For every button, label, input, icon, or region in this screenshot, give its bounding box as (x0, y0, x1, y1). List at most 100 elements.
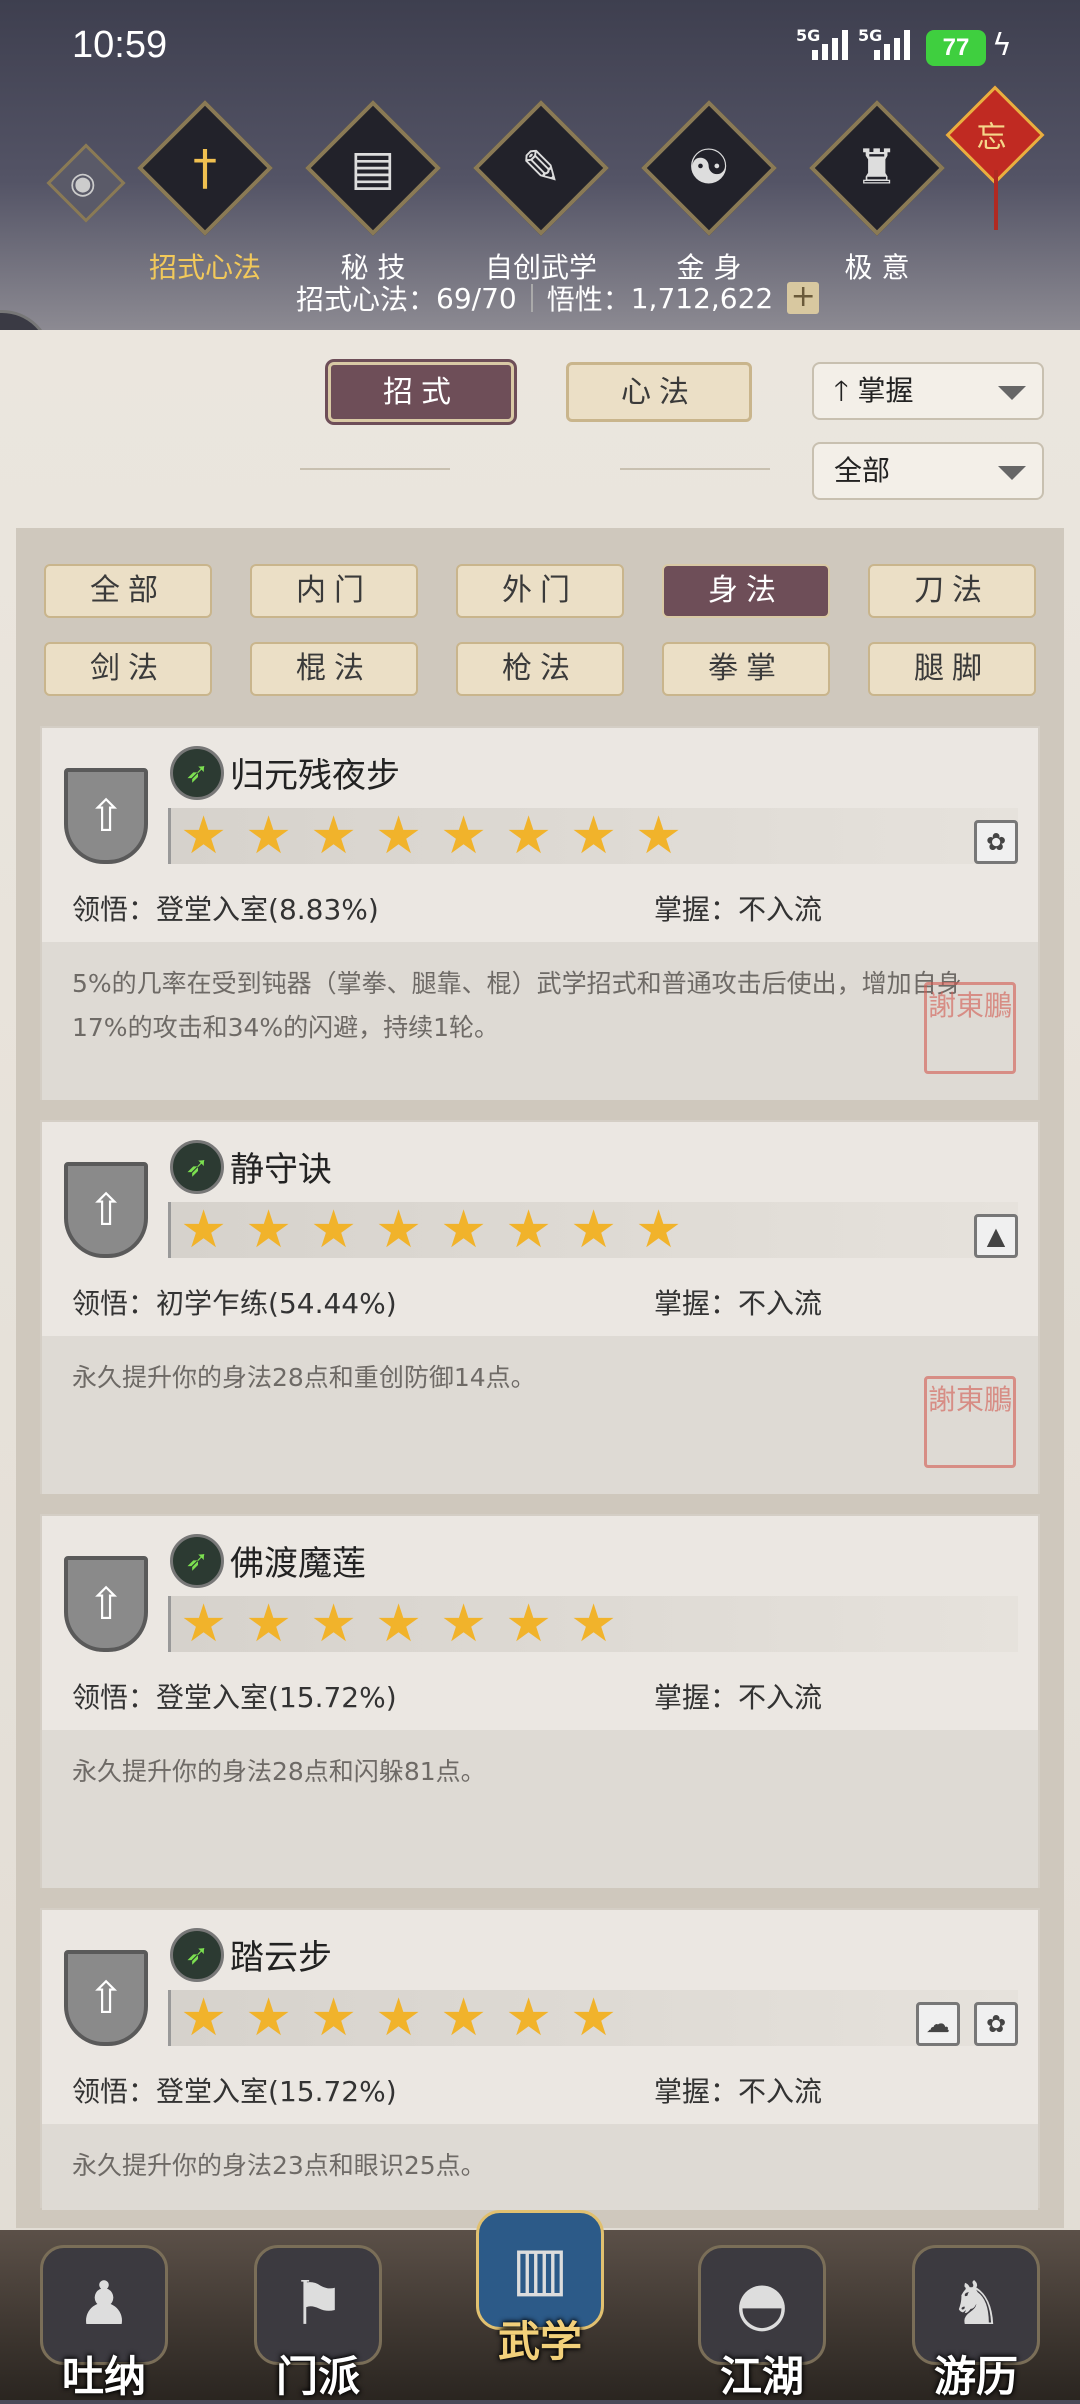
sort-select-value: 掌握 (857, 374, 914, 407)
comprehension-value: 初学乍练(54.44%) (156, 1287, 397, 1320)
mastery-label: 掌握： (654, 2075, 739, 2108)
star-icon: ★ (310, 1988, 357, 2048)
swirl-icon[interactable]: ✿ (974, 820, 1018, 864)
status-bar: 10:59 5G 5G 77 ϟ (0, 0, 1080, 100)
star-icon: ★ (570, 806, 617, 866)
comprehension-value: 登堂入室(15.72%) (156, 1681, 397, 1714)
comprehension-row: 领悟：登堂入室(15.72%) (72, 2070, 397, 2110)
sort-select[interactable]: 🡑 掌握 (812, 362, 1044, 420)
skill-card[interactable]: ⇧ ➶ 踏云步 ★ ★ ★ ★ ★ ★ ★ ☁ ✿ 领悟：登堂入室(15.72%) 掌握：不… (40, 1908, 1040, 2210)
upgrade-shield-icon[interactable]: ⇧ (64, 1950, 148, 2046)
scroll-icon: ✎ (520, 140, 562, 196)
mastery-row: 掌握：不入流 (654, 1676, 822, 1716)
star-rating: ★ ★ ★ ★ ★ ★ ★ ★ (168, 1202, 1018, 1258)
mastery-value: 不入流 (738, 1681, 823, 1714)
filter-chip-blade[interactable]: 刀法 (868, 564, 1036, 618)
skill-description: 5%的几率在受到钝器（掌拳、腿靠、棍）武学招式和普通攻击后使出，增加自身17%的… (42, 942, 1038, 1100)
skill-card[interactable]: ⇧ ➶ 归元残夜步 ★ ★ ★ ★ ★ ★ ★ ★ ✿ 领悟：登堂入室(8.83%) 掌握：不… (40, 726, 1040, 1100)
star-icon: ★ (505, 1594, 552, 1654)
chevron-down-icon (998, 466, 1026, 480)
star-icon: ★ (440, 1200, 487, 1260)
book-icon: ▤ (350, 139, 396, 196)
bottom-nav-label: 吐纳 (61, 2352, 146, 2401)
charging-icon: ϟ (992, 28, 1012, 63)
star-icon: ★ (180, 1988, 227, 2048)
mastery-label: 掌握： (654, 893, 739, 926)
star-icon: ★ (180, 806, 227, 866)
star-icon: ★ (180, 1200, 227, 1260)
filter-select-value: 全部 (834, 454, 891, 487)
star-rating: ★ ★ ★ ★ ★ ★ ★ (168, 1990, 1018, 2046)
filter-chip-all[interactable]: 全部 (44, 564, 212, 618)
skill-card[interactable]: ⇧ ➶ 静守诀 ★ ★ ★ ★ ★ ★ ★ ★ ▲ 领悟：初学乍练(54.44%) 掌握：不入… (40, 1120, 1040, 1494)
star-icon: ★ (440, 1988, 487, 2048)
bottom-nav-breathing[interactable]: ♟ 吐纳 (34, 2245, 174, 2401)
mastery-value: 不入流 (738, 2075, 823, 2108)
comprehension-value: 登堂入室(15.72%) (156, 2075, 397, 2108)
nav-label: 招式心法 (148, 251, 261, 284)
tab-heart-method[interactable]: 心法 (566, 362, 752, 422)
filter-chip-fist[interactable]: 拳掌 (662, 642, 830, 696)
star-icon: ★ (440, 806, 487, 866)
moves-value: 69/70 (436, 281, 517, 315)
filter-chip-movement[interactable]: 身法 (662, 564, 830, 618)
filter-chip-inner[interactable]: 内门 (250, 564, 418, 618)
star-rating: ★ ★ ★ ★ ★ ★ ★ (168, 1596, 1018, 1652)
filter-chip-outer[interactable]: 外门 (456, 564, 624, 618)
stats-bar: 招式心法： 69/70 悟性： 1,712,622 + (296, 278, 820, 318)
filter-chip-sword[interactable]: 剑法 (44, 642, 212, 696)
bottom-nav-sect[interactable]: ⚑ 门派 (248, 2245, 388, 2401)
mastery-row: 掌握：不入流 (654, 1282, 822, 1322)
skill-description: 永久提升你的身法28点和重创防御14点。 (42, 1336, 1038, 1494)
tab-moves[interactable]: 招式 (328, 362, 514, 422)
mountain-icon[interactable]: ▲ (974, 1214, 1018, 1258)
cloud-icon[interactable]: ☁ (916, 2002, 960, 2046)
upgrade-shield-icon[interactable]: ⇧ (64, 1162, 148, 1258)
bottom-nav-travel[interactable]: ♞ 游历 (906, 2245, 1046, 2401)
comprehension-row: 领悟：登堂入室(8.83%) (72, 888, 379, 928)
bottom-nav-label: 武学 (497, 2317, 582, 2366)
knot-tassel (994, 170, 998, 230)
movement-skill-icon: ➶ (170, 1534, 224, 1588)
star-icon: ★ (570, 1988, 617, 2048)
signal-icon (874, 30, 910, 60)
status-time: 10:59 (72, 24, 168, 66)
bottom-nav-martial-arts[interactable]: ▥ 武学 (470, 2210, 610, 2366)
filter-chip-spear[interactable]: 枪法 (456, 642, 624, 696)
bottom-nav-label: 江湖 (719, 2352, 804, 2401)
sword-icon: † (193, 140, 217, 196)
tab-moves-heart[interactable]: † 招式心法 (137, 100, 273, 286)
upgrade-shield-icon[interactable]: ⇧ (64, 1556, 148, 1652)
filter-chip-staff[interactable]: 棍法 (250, 642, 418, 696)
star-icon: ★ (245, 806, 292, 866)
tab-self-created[interactable]: ✎ 自创武学 (473, 100, 609, 286)
swirl-icon[interactable]: ✿ (974, 2002, 1018, 2046)
bottom-nav-jianghu[interactable]: ◓ 江湖 (692, 2245, 832, 2401)
upgrade-shield-icon[interactable]: ⇧ (64, 768, 148, 864)
filter-chip-leg[interactable]: 腿脚 (868, 642, 1036, 696)
add-insight-button[interactable]: + (787, 282, 820, 314)
star-icon: ★ (440, 1594, 487, 1654)
battery-icon: 77 (926, 30, 986, 66)
tab-golden-body[interactable]: ☯ 金 身 (641, 100, 777, 286)
star-icon: ★ (570, 1200, 617, 1260)
mastery-label: 掌握： (654, 1287, 739, 1320)
tab-secret-skills[interactable]: ▤ 秘 技 (305, 100, 441, 286)
star-icon: ★ (505, 1988, 552, 2048)
signal-icon (812, 30, 848, 60)
mastery-label: 掌握： (654, 1681, 739, 1714)
meditation-icon: ☯ (687, 140, 731, 196)
filter-select[interactable]: 全部 (812, 442, 1044, 500)
star-icon: ★ (180, 1594, 227, 1654)
tab-ultimate[interactable]: ♜ 极 意 (809, 100, 945, 286)
skill-name: 静守诀 (230, 1150, 332, 1190)
star-icon: ★ (245, 1200, 292, 1260)
star-icon: ★ (375, 1988, 422, 2048)
sort-up-arrow-icon: 🡑 (834, 374, 849, 407)
divider-ornament (620, 468, 770, 470)
insight-value: 1,712,622 (630, 281, 774, 315)
eye-icon: ◉ (69, 165, 96, 201)
skill-card[interactable]: ⇧ ➶ 佛渡魔莲 ★ ★ ★ ★ ★ ★ ★ 领悟：登堂入室(15.72%) 掌握：不入流 … (40, 1514, 1040, 1888)
mastery-value: 不入流 (738, 893, 823, 926)
skill-description: 永久提升你的身法23点和眼识25点。 (42, 2124, 1038, 2210)
